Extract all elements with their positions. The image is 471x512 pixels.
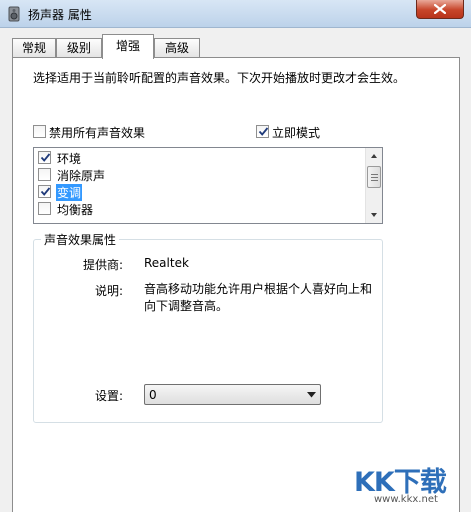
- list-scrollbar[interactable]: [365, 148, 382, 223]
- effect-label: 消除原声: [57, 169, 106, 183]
- close-button[interactable]: [416, 0, 464, 19]
- setting-select[interactable]: 0: [144, 384, 321, 405]
- disable-all-label: 禁用所有声音效果: [49, 126, 146, 140]
- scroll-down-button[interactable]: [366, 207, 382, 223]
- speaker-icon: [6, 6, 22, 22]
- list-item[interactable]: 变调: [38, 183, 358, 201]
- list-item[interactable]: 环境: [38, 149, 358, 166]
- effect-label-selected: 变调: [56, 184, 83, 201]
- provider-label: 提供商:: [83, 258, 124, 272]
- window-title: 扬声器 属性: [28, 8, 92, 22]
- watermark: KK下载 www.kkx.net: [354, 460, 466, 508]
- enhancements-panel: 选择适用于当前聆听配置的声音效果。下次开始播放时更改才会生效。 禁用所有声音效果…: [12, 57, 460, 512]
- list-item[interactable]: 均衡器: [38, 200, 358, 217]
- description-value: 音高移动功能允许用户根据个人喜好向上和向下调整音高。: [144, 282, 373, 313]
- immediate-mode-checkbox[interactable]: [256, 125, 269, 138]
- setting-select-value: 0: [149, 388, 157, 402]
- tab-levels[interactable]: 级别: [56, 38, 102, 58]
- setting-label: 设置:: [95, 389, 124, 403]
- watermark-url: www.kkx.net: [374, 494, 438, 505]
- effect-checkbox[interactable]: [38, 185, 51, 198]
- group-title: 声音效果属性: [41, 231, 120, 248]
- immediate-mode-label: 立即模式: [272, 126, 321, 140]
- description-label: 说明:: [95, 284, 124, 298]
- checkmark-icon: [258, 127, 269, 136]
- effect-checkbox[interactable]: [38, 202, 51, 215]
- tab-general[interactable]: 常规: [12, 38, 56, 58]
- tab-strip: 常规 级别 增强 高级: [0, 34, 471, 59]
- checkmark-icon: [40, 187, 51, 196]
- effect-checkbox[interactable]: [38, 151, 51, 164]
- checkmark-icon: [40, 153, 51, 162]
- provider-value: Realtek: [144, 256, 189, 270]
- scroll-up-button[interactable]: [366, 148, 382, 164]
- close-icon: [434, 4, 446, 14]
- effect-label: 环境: [57, 152, 82, 166]
- disable-all-checkbox[interactable]: [33, 125, 46, 138]
- chevron-down-icon: [307, 392, 316, 398]
- arrow-down-icon: [371, 213, 377, 217]
- list-item[interactable]: 消除原声: [38, 166, 358, 183]
- arrow-up-icon: [371, 154, 377, 158]
- tab-advanced[interactable]: 高级: [154, 38, 200, 58]
- title-bar[interactable]: 扬声器 属性: [0, 0, 471, 28]
- scroll-thumb[interactable]: [367, 166, 381, 188]
- effect-label: 均衡器: [57, 203, 94, 217]
- effect-checkbox[interactable]: [38, 168, 51, 181]
- enhancements-description: 选择适用于当前聆听配置的声音效果。下次开始播放时更改才会生效。: [33, 71, 406, 85]
- effects-list[interactable]: 环境 消除原声 变调 均衡器: [33, 147, 383, 224]
- tab-enhancements[interactable]: 增强: [102, 34, 154, 59]
